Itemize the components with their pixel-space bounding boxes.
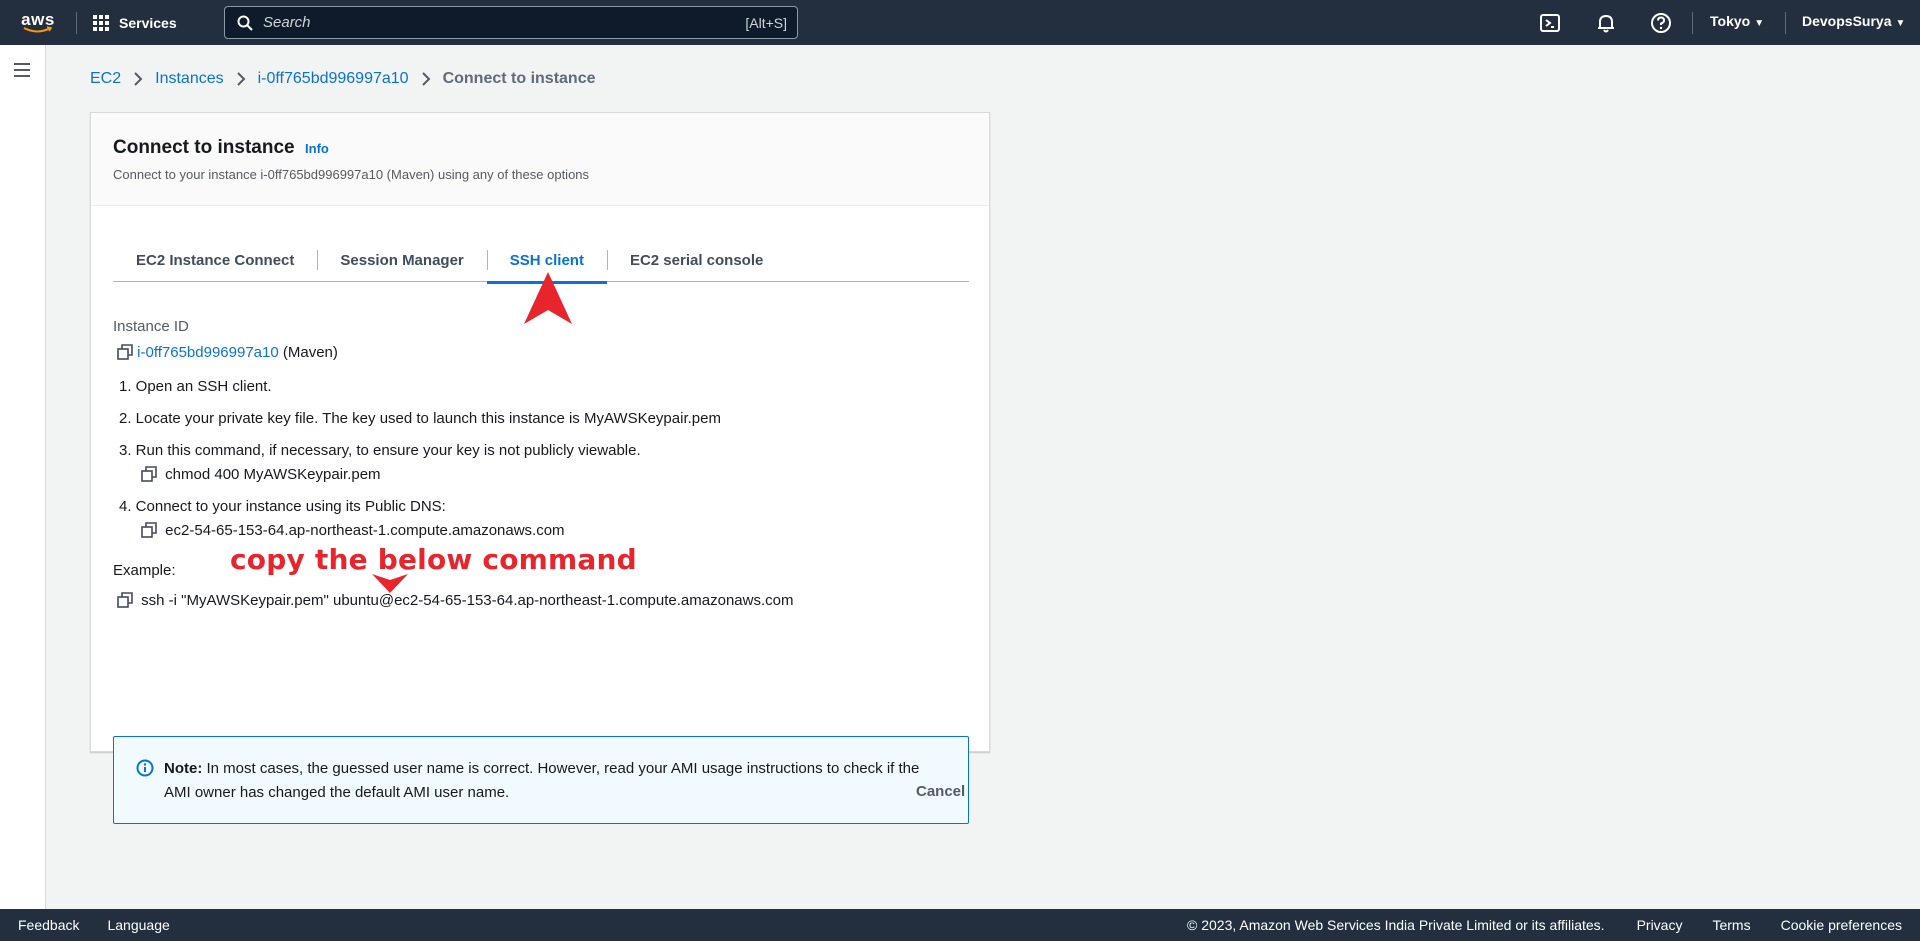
step-2: 2. Locate your private key file. The key… [119, 410, 721, 427]
footer-privacy-link[interactable]: Privacy [1637, 917, 1683, 933]
chevron-right-icon [236, 72, 246, 86]
footer-feedback-link[interactable]: Feedback [18, 917, 79, 933]
footer-copyright: © 2023, Amazon Web Services India Privat… [1187, 917, 1605, 933]
copy-icon[interactable] [117, 592, 133, 608]
services-label: Services [119, 14, 177, 31]
annotation-arrow-up-icon [524, 272, 572, 324]
cloudshell-icon[interactable] [1539, 12, 1561, 34]
note-text: In most cases, the guessed user name is … [164, 760, 920, 801]
region-selector[interactable]: Tokyo ▼ [1710, 13, 1764, 29]
region-label: Tokyo [1710, 13, 1751, 29]
chmod-command: chmod 400 MyAWSKeypair.pem [165, 466, 381, 483]
instance-id-row: i-0ff765bd996997a10 (Maven) [117, 344, 338, 361]
step-1: 1. Open an SSH client. [119, 378, 272, 395]
example-ssh-command: ssh -i "MyAWSKeypair.pem" ubuntu@ec2-54-… [141, 592, 794, 609]
cancel-button[interactable]: Cancel [916, 783, 965, 800]
instance-id-label: Instance ID [113, 318, 189, 335]
instance-id-link[interactable]: i-0ff765bd996997a10 [137, 344, 279, 361]
search-input[interactable] [263, 14, 746, 31]
breadcrumb-ec2[interactable]: EC2 [90, 70, 121, 88]
tab-session-manager[interactable]: Session Manager [317, 238, 486, 282]
help-icon[interactable] [1650, 12, 1672, 34]
chevron-right-icon [134, 72, 143, 86]
example-command-row: ssh -i "MyAWSKeypair.pem" ubuntu@ec2-54-… [117, 592, 793, 609]
footer-cookie-preferences-link[interactable]: Cookie preferences [1781, 917, 1902, 933]
tab-ec2-instance-connect[interactable]: EC2 Instance Connect [113, 238, 317, 282]
instance-name: (Maven) [282, 344, 338, 361]
note-bold-label: Note: [164, 760, 203, 777]
connect-panel: Connect to instance Info Connect to your… [90, 112, 990, 824]
copy-icon[interactable] [141, 466, 157, 482]
panel-header: Connect to instance Info Connect to your… [91, 113, 989, 206]
example-label: Example: [113, 562, 176, 579]
panel-subtitle: Connect to your instance i-0ff765bd99699… [113, 167, 590, 182]
annotation-copy-command-text: copy the below command [230, 543, 637, 576]
services-grid-icon [93, 14, 109, 31]
footer: Feedback Language © 2023, Amazon Web Ser… [0, 909, 1920, 941]
page-title: Connect to instance [113, 137, 295, 158]
nav-divider [1785, 12, 1786, 34]
footer-language-link[interactable]: Language [107, 917, 169, 933]
chmod-command-row: chmod 400 MyAWSKeypair.pem [141, 466, 381, 483]
footer-terms-link[interactable]: Terms [1712, 917, 1750, 933]
annotation-arrow-down-icon [372, 574, 408, 593]
services-menu-button[interactable]: Services [93, 14, 177, 31]
breadcrumb-instance-id[interactable]: i-0ff765bd996997a10 [258, 70, 409, 88]
search-icon [237, 15, 253, 31]
tab-ec2-serial-console[interactable]: EC2 serial console [606, 238, 786, 282]
top-navigation: aws Services [Alt+S] Tokyo▼ [0, 0, 1920, 45]
aws-smile-icon [23, 25, 53, 32]
account-menu[interactable]: DevopsSurya ▼ [1802, 13, 1905, 29]
aws-logo[interactable]: aws [20, 8, 56, 38]
note-alert: Note: In most cases, the guessed user na… [113, 736, 969, 824]
breadcrumb: EC2 Instances i-0ff765bd996997a10 Connec… [90, 70, 595, 88]
info-link[interactable]: Info [305, 141, 329, 156]
copy-icon[interactable] [141, 522, 157, 538]
nav-divider [1692, 12, 1693, 34]
nav-separator [76, 11, 77, 34]
step-3: 3. Run this command, if necessary, to en… [119, 442, 641, 459]
public-dns: ec2-54-65-153-64.ap-northeast-1.compute.… [165, 522, 565, 539]
caret-down-icon: ▼ [1754, 18, 1765, 29]
search-shortcut-hint: [Alt+S] [745, 14, 787, 31]
account-label: DevopsSurya [1802, 13, 1892, 29]
copy-icon[interactable] [117, 344, 133, 360]
public-dns-row: ec2-54-65-153-64.ap-northeast-1.compute.… [141, 522, 565, 539]
caret-down-icon: ▼ [1895, 18, 1906, 29]
side-navigation-rail [0, 45, 46, 909]
notifications-bell-icon[interactable] [1595, 12, 1617, 34]
breadcrumb-current: Connect to instance [442, 70, 596, 87]
step-4: 4. Connect to your instance using its Pu… [119, 498, 446, 515]
info-circle-icon [136, 759, 154, 777]
breadcrumb-instances[interactable]: Instances [155, 70, 223, 88]
chevron-right-icon [421, 72, 430, 86]
menu-hamburger-icon[interactable] [14, 63, 30, 81]
search-box[interactable]: [Alt+S] [224, 6, 798, 39]
